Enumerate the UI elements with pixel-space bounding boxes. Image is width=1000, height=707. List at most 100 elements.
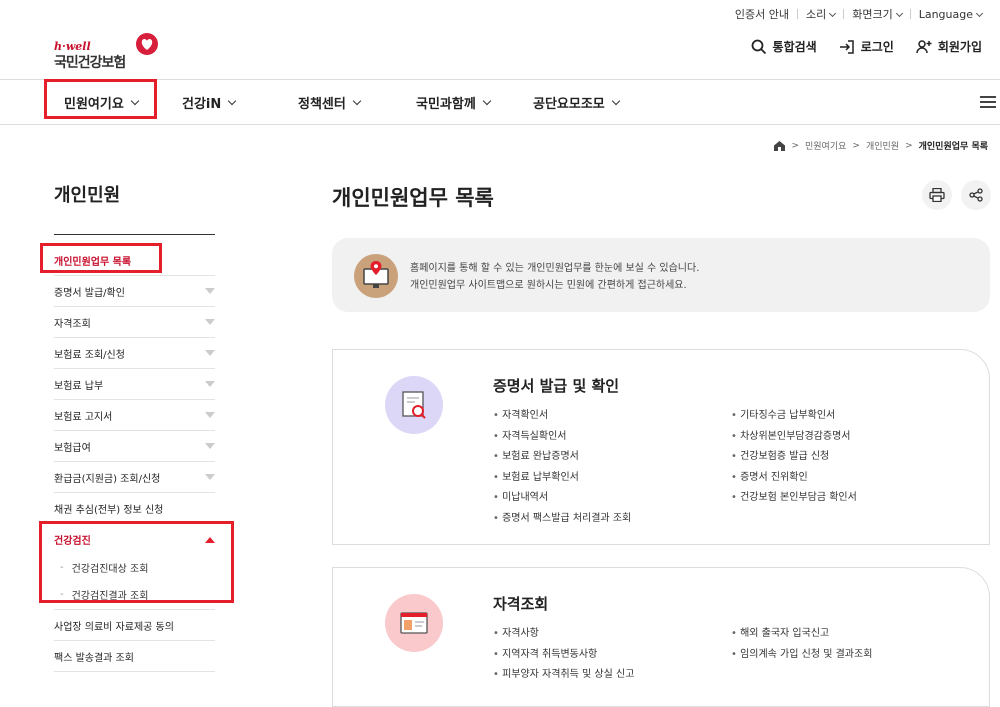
breadcrumb-item[interactable]: 민원여기요 [805,139,846,152]
card-link[interactable]: 미납내역서 [493,488,631,509]
divider [54,234,215,235]
page-title: 개인민원업무 목록 [332,186,494,210]
share-button[interactable] [961,180,991,210]
lnb-title: 개인민원 [54,185,121,206]
triangle-down-icon [205,474,215,480]
font-size-dropdown[interactable]: 화면크기 [852,6,901,22]
language-dropdown[interactable]: Language [919,8,982,21]
card-link[interactable]: 보험료 납부확인서 [493,468,631,489]
lnb-item-benefit[interactable]: 보험급여 [54,431,215,462]
login-button[interactable]: 로그인 [839,38,894,55]
lnb-item-debt[interactable]: 채권 추심(전부) 정보 신청 [54,493,215,524]
triangle-down-icon [205,288,215,294]
sound-dropdown[interactable]: 소리 [806,6,835,22]
chevron-down-icon [611,96,621,105]
certificate-icon [385,376,443,434]
lnb-label: 보험료 조회/신청 [54,349,125,361]
side-nav: 개인민원업무 목록 증명서 발급/확인 자격조회 보험료 조회/신청 보험료 납… [54,245,215,672]
lnb-item-medical-consent[interactable]: 사업장 의료비 자료제공 동의 [54,610,215,641]
card-link[interactable]: 기타징수금 납부확인서 [731,406,857,427]
gnb-item-about[interactable]: 공단요모조모 [533,80,621,124]
card-link[interactable]: 자격확인서 [493,406,631,427]
site-logo[interactable]: h·well 국민건강보험 [54,32,164,72]
card-link[interactable]: 증명서 진위확인 [731,468,857,489]
print-icon [929,188,945,202]
card-link[interactable]: 건강보험증 발급 신청 [731,447,857,468]
card-link[interactable]: 해외 출국자 입국신고 [731,624,872,645]
lnb-label: 환급금(지원금) 조회/신청 [54,473,161,485]
lnb-item-qual[interactable]: 자격조회 [54,307,215,338]
card-link[interactable]: 건강보험 본인부담금 확인서 [731,488,857,509]
login-label: 로그인 [860,40,894,54]
chevron-down-icon [482,96,492,105]
menu-icon[interactable] [980,96,996,108]
home-icon[interactable] [774,140,786,151]
join-label: 회원가입 [937,40,982,54]
lnb-label: 보험급여 [54,442,91,454]
add-user-icon [916,39,932,53]
lnb-item-notice[interactable]: 보험료 고지서 [54,400,215,431]
lnb-label: 보험료 고지서 [54,411,113,423]
service-card-cert: 증명서 발급 및 확인 자격확인서 자격득실확인서 보험료 완납증명서 보험료 … [332,349,990,545]
gnb-item-policy[interactable]: 정책센터 [298,80,362,124]
card-links-right: 기타징수금 납부확인서 차상위본인부담경감증명서 건강보험증 발급 신청 증명서… [731,406,857,509]
search-icon [751,39,766,54]
triangle-down-icon [205,319,215,325]
id-card-icon [385,594,443,652]
heart-icon [136,33,158,55]
highlight-box-checkup [39,521,234,603]
card-link[interactable]: 지역자격 취득변동사항 [493,645,634,666]
lnb-label: 증명서 발급/확인 [54,287,125,299]
info-text: 홈페이지를 통해 할 수 있는 개인민원업무를 한눈에 보실 수 있습니다. [410,263,700,274]
card-link[interactable]: 임의계속 가입 신청 및 결과조회 [731,645,872,666]
triangle-down-icon [205,381,215,387]
lnb-item-fax[interactable]: 팩스 발송결과 조회 [54,641,215,672]
lnb-item-premium-inquiry[interactable]: 보험료 조회/신청 [54,338,215,369]
card-link[interactable]: 보험료 완납증명서 [493,447,631,468]
card-links-right: 해외 출국자 입국신고 임의계속 가입 신청 및 결과조회 [731,624,872,665]
chevron-down-icon [228,96,237,105]
cert-guide-link[interactable]: 인증서 안내 [735,6,789,22]
gnb-label: 공단요모조모 [533,96,605,112]
join-button[interactable]: 회원가입 [916,38,982,55]
lnb-item-cert[interactable]: 증명서 발급/확인 [54,276,215,307]
lnb-label: 보험료 납부 [54,380,104,392]
card-link[interactable]: 차상위본인부담경감증명서 [731,427,857,448]
print-button[interactable] [922,180,952,210]
highlight-box-gnb [44,79,157,119]
lnb-label: 팩스 발송결과 조회 [54,652,134,664]
utility-bar: 인증서 안내 소리 화면크기 Language [735,6,982,22]
card-links-left: 자격사항 지역자격 취득변동사항 피부양자 자격취득 및 상실 신고 [493,624,634,686]
login-icon [839,39,854,54]
card-title: 증명서 발급 및 확인 [493,377,620,395]
share-icon [969,188,983,202]
card-link[interactable]: 피부양자 자격취득 및 상실 신고 [493,665,634,686]
search-button[interactable]: 통합검색 [751,38,817,55]
card-link[interactable]: 자격득실확인서 [493,427,631,448]
info-text: 개인민원업무 사이트맵으로 원하시는 민원에 간편하게 접근하세요. [410,280,687,291]
lnb-item-refund[interactable]: 환급금(지원금) 조회/신청 [54,462,215,493]
breadcrumb-item[interactable]: 개인민원 [866,139,899,152]
highlight-box-list [40,243,162,273]
card-links-left: 자격확인서 자격득실확인서 보험료 완납증명서 보험료 납부확인서 미납내역서 … [493,406,631,529]
gnb-item-health[interactable]: 건강iN [182,80,237,124]
gnb-item-together[interactable]: 국민과함께 [416,80,492,124]
triangle-down-icon [205,443,215,449]
search-label: 통합검색 [772,40,817,54]
lnb-label: 자격조회 [54,318,91,330]
gnb-label: 국민과함께 [416,96,476,112]
lnb-label: 사업장 의료비 자료제공 동의 [54,621,174,633]
logo-name: 국민건강보험 [54,55,126,71]
monitor-location-icon [354,254,398,298]
card-link[interactable]: 증명서 팩스발급 처리결과 조회 [493,509,631,530]
info-box: 홈페이지를 통해 할 수 있는 개인민원업무를 한눈에 보실 수 있습니다. 개… [332,238,990,312]
lnb-item-premium-pay[interactable]: 보험료 납부 [54,369,215,400]
lnb-label: 채권 추심(전부) 정보 신청 [54,504,164,516]
gnb-label: 정책센터 [298,96,346,112]
triangle-down-icon [205,350,215,356]
triangle-down-icon [205,412,215,418]
gnb-label: 건강iN [182,96,222,112]
card-link[interactable]: 자격사항 [493,624,634,645]
header-actions: 통합검색 로그인 회원가입 [751,38,982,55]
breadcrumb: > 민원여기요 > 개인민원 > 개인민원업무 목록 [774,139,988,152]
